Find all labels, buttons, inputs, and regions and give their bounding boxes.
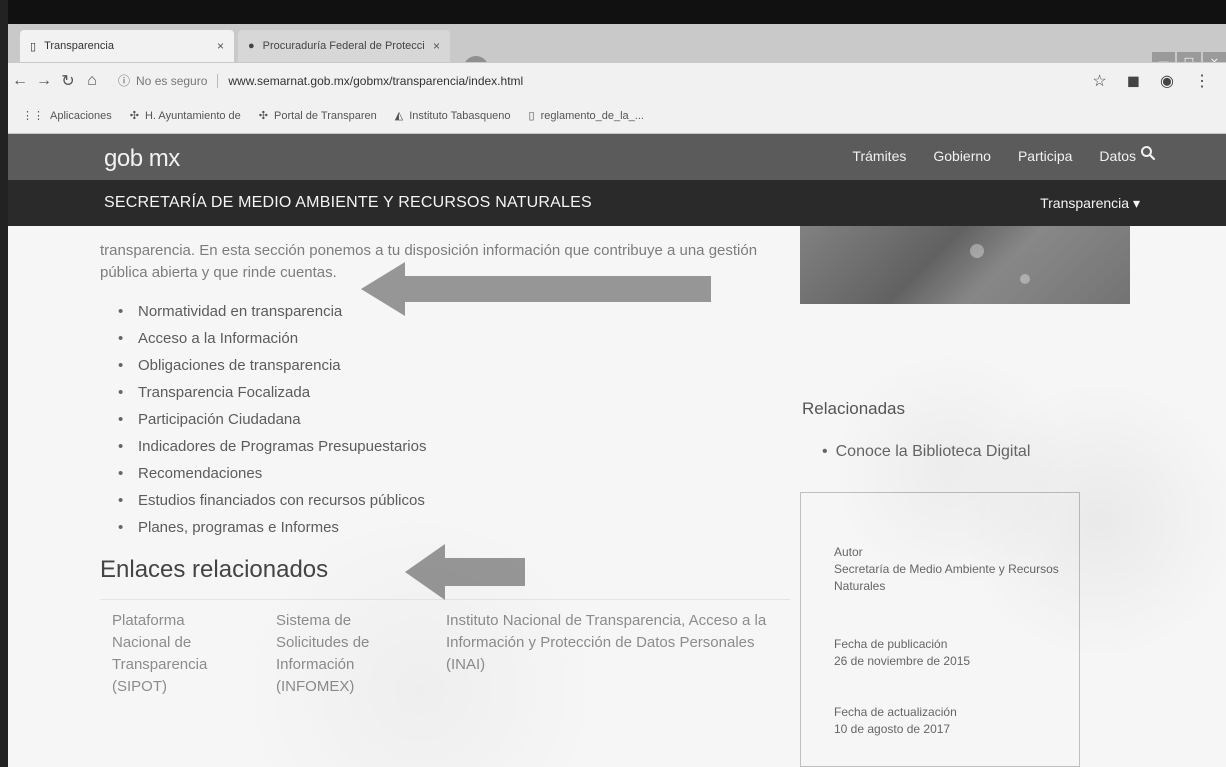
separator: [217, 73, 219, 88]
seal-icon: ✣: [258, 110, 269, 122]
page-icon: ▯: [30, 40, 37, 53]
page-content: transparencia. En esta sección ponemos a…: [8, 226, 1226, 767]
site-logo[interactable]: gob mx: [104, 145, 180, 173]
tab-procuraduria[interactable]: ● Procuraduría Federal de Protecci ×: [238, 30, 450, 62]
seal-icon: ✣: [129, 110, 139, 122]
published-label: Fecha de publicación: [834, 637, 948, 651]
close-icon[interactable]: ×: [217, 39, 224, 53]
browser-toolbar-icons: ☆ ◼ ◉ ⋮: [1092, 71, 1226, 91]
gobmx-header: gob mx Trámites Gobierno Participa Datos: [8, 134, 1226, 180]
close-icon[interactable]: ×: [433, 39, 440, 53]
url-text[interactable]: www.semarnat.gob.mx/gobmx/transparencia/…: [228, 74, 523, 88]
sidebar-related-title: Relacionadas: [802, 399, 906, 418]
transparency-link-list: Normatividad en transparencia Acceso a l…: [118, 298, 427, 541]
tab-title: Procuraduría Federal de Protecci: [262, 40, 425, 52]
bookmark-instituto[interactable]: ◭ Instituto Tabasqueno: [394, 109, 511, 123]
apps-icon: ⋮⋮: [22, 110, 44, 122]
list-item-estudios[interactable]: Estudios financiados con recursos públic…: [118, 487, 427, 514]
reload-icon[interactable]: ↻: [56, 71, 80, 91]
list-item-indicadores[interactable]: Indicadores de Programas Presupuestarios: [118, 433, 427, 460]
list-item-acceso[interactable]: Acceso a la Información: [118, 325, 427, 352]
nav-gobierno[interactable]: Gobierno: [933, 148, 991, 164]
top-navigation: Trámites Gobierno Participa Datos: [852, 148, 1136, 164]
star-icon[interactable]: ☆: [1092, 71, 1106, 91]
nav-datos[interactable]: Datos: [1099, 148, 1136, 164]
list-item-recomendaciones[interactable]: Recomendaciones: [118, 460, 427, 487]
home-icon[interactable]: ⌂: [80, 72, 104, 90]
security-status: No es seguro: [136, 73, 208, 88]
updated-value: 10 de agosto de 2017: [834, 722, 951, 736]
inai-link[interactable]: Instituto Nacional de Transparencia, Acc…: [446, 610, 796, 676]
favicon-icon: ●: [248, 40, 255, 52]
agency-header: SECRETARÍA DE MEDIO AMBIENTE Y RECURSOS …: [8, 180, 1226, 226]
nav-tramites[interactable]: Trámites: [852, 148, 906, 164]
sidebar-image: [800, 226, 1130, 304]
bird-icon: ◭: [394, 110, 404, 122]
info-icon: ⓘ: [118, 74, 131, 88]
list-item-planes[interactable]: Planes, programas e Informes: [118, 514, 427, 541]
profile-icon[interactable]: ◉: [1160, 71, 1174, 91]
list-item-focalizada[interactable]: Transparencia Focalizada: [118, 379, 427, 406]
author-value: Secretaría de Medio Ambiente y Recursos …: [834, 562, 1059, 593]
url-bar[interactable]: ⓘ No es seguro www.semarnat.gob.mx/gobmx…: [118, 69, 1038, 93]
nav-participa[interactable]: Participa: [1018, 148, 1072, 164]
published-block: Fecha de publicación 26 de noviembre de …: [834, 636, 1064, 670]
extension-icon[interactable]: ◼: [1127, 71, 1140, 91]
updated-block: Fecha de actualización 10 de agosto de 2…: [834, 704, 1064, 738]
window-edge: [0, 0, 8, 767]
menu-icon[interactable]: ⋮: [1194, 71, 1210, 91]
back-icon[interactable]: ←: [8, 72, 32, 90]
tab-transparencia[interactable]: ▯ Transparencia ×: [20, 30, 234, 62]
transparencia-menu[interactable]: Transparencia ▾: [1040, 195, 1140, 212]
search-icon[interactable]: [1140, 145, 1156, 161]
author-label: Autor: [834, 545, 863, 559]
author-block: Autor Secretaría de Medio Ambiente y Rec…: [834, 544, 1094, 595]
updated-label: Fecha de actualización: [834, 705, 957, 719]
bookmark-portal[interactable]: ✣ Portal de Transparen: [258, 109, 377, 123]
window-top-edge: [8, 0, 1226, 24]
list-item-obligaciones[interactable]: Obligaciones de transparencia: [118, 352, 427, 379]
related-links-title: Enlaces relacionados: [100, 556, 329, 583]
forward-icon[interactable]: →: [32, 72, 56, 90]
bookmark-reglamento[interactable]: ▯ reglamento_de_la_...: [528, 109, 644, 123]
bookmarks-bar: ⋮⋮ Aplicaciones ✣ H. Ayuntamiento de ✣ Port…: [8, 98, 1226, 134]
annotation-arrow-top: [361, 262, 711, 316]
published-value: 26 de noviembre de 2015: [834, 654, 971, 668]
annotation-arrow-bottom: [405, 544, 525, 600]
screenshot-frame: ▯ Transparencia × ● Procuraduría Federal…: [0, 0, 1226, 767]
agency-name: SECRETARÍA DE MEDIO AMBIENTE Y RECURSOS …: [104, 194, 592, 211]
biblioteca-link[interactable]: Conoce la Biblioteca Digital: [822, 443, 1031, 461]
tab-title: Transparencia: [44, 40, 114, 52]
bookmark-ayuntamiento[interactable]: ✣ H. Ayuntamiento de: [129, 109, 241, 123]
address-bar: ← → ↻ ⌂ ⓘ No es seguro www.semarnat.gob.…: [8, 62, 1226, 98]
bookmark-apps[interactable]: ⋮⋮ Aplicaciones: [22, 109, 112, 123]
document-icon: ▯: [528, 110, 535, 122]
infomex-link[interactable]: Sistema de Solicitudes de Información (I…: [276, 610, 411, 698]
sipot-link[interactable]: Plataforma Nacional de Transparencia (SI…: [112, 610, 242, 698]
browser-tab-strip: ▯ Transparencia × ● Procuraduría Federal…: [8, 24, 1226, 78]
list-item-participacion[interactable]: Participación Ciudadana: [118, 406, 427, 433]
